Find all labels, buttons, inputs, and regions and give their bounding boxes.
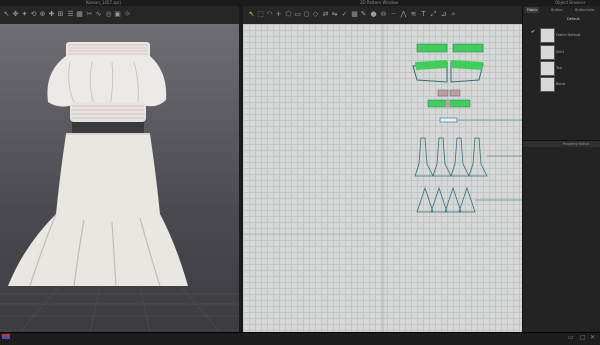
layout-icon[interactable]: ▭ <box>568 334 574 341</box>
move-icon[interactable]: ✥ <box>12 10 19 19</box>
edit-curvature-icon[interactable]: ◠ <box>266 10 273 19</box>
property-editor-header: Property Editor <box>523 140 600 147</box>
object-browser-panel: Fabric Button Buttonhole Default ✔ Fabri… <box>522 6 600 332</box>
select-icon[interactable]: ↖ <box>3 10 10 19</box>
tab-fabric[interactable]: Fabric <box>525 7 540 13</box>
tack-icon[interactable]: ⊕ <box>39 10 46 19</box>
avatar-icon[interactable]: ☰ <box>67 10 74 19</box>
viewport-2d[interactable] <box>243 24 522 332</box>
top-waistband <box>70 102 146 122</box>
toolbar-2d: ↖ ⬚ ◠ + ⬠ ▭ ○ ◇ ⇄ ⇋ ✓ ▦ ✎ ● ⊖ ┄ ⋀ ≋ T ⤢ … <box>243 6 522 25</box>
edit-texture-icon[interactable]: ▦ <box>351 10 358 19</box>
zoom-icon[interactable]: ⌕ <box>450 10 457 19</box>
fabric-label-top: Top <box>556 66 562 70</box>
check-icon: ✔ <box>531 29 536 35</box>
ruffle-top <box>47 56 167 108</box>
close-icon[interactable]: ✕ <box>590 334 595 341</box>
toolbar-3d: ↖ ✥ ✦ ⟲ ⊕ ✚ ⊞ ☰ ▦ ✂ ∿ ◎ ▣ ☼ <box>0 6 239 25</box>
fold-arrange-icon[interactable]: ⤢ <box>430 10 437 19</box>
floor-grid <box>0 285 239 332</box>
edit-pattern-icon[interactable]: ⬚ <box>257 10 264 19</box>
smocked-band <box>66 42 150 58</box>
fold-icon[interactable]: ⟲ <box>30 10 37 19</box>
view-icon[interactable]: ◎ <box>105 10 112 19</box>
display-icon[interactable]: ▣ <box>114 10 121 19</box>
sewing-icon[interactable]: ✂ <box>86 10 93 19</box>
internal-polygon-icon[interactable]: ◇ <box>312 10 319 19</box>
rectangle-icon[interactable]: ▭ <box>294 10 301 19</box>
default-button[interactable]: Default <box>567 17 580 21</box>
free-sewing-icon[interactable]: ⇋ <box>331 10 338 19</box>
grade-icon[interactable]: ⊿ <box>440 10 447 19</box>
topstitch-icon[interactable]: ┄ <box>390 10 397 19</box>
annotation-icon[interactable]: T <box>420 10 427 19</box>
midriff <box>72 122 144 134</box>
fabric-label-default: Fabric Default <box>556 33 581 37</box>
light-icon[interactable]: ☼ <box>124 10 131 19</box>
measure-icon[interactable]: ⊞ <box>57 10 64 19</box>
segment-sewing-icon[interactable]: ⇄ <box>322 10 329 19</box>
skirt-panels <box>414 137 488 177</box>
pleat-icon[interactable]: ⋀ <box>400 10 407 19</box>
flag-icon <box>2 334 10 339</box>
minimize-icon[interactable]: ▢ <box>580 334 586 341</box>
band-piece-2 <box>452 43 484 53</box>
elastic-icon[interactable]: ≋ <box>410 10 417 19</box>
fabric-thumb-top[interactable] <box>540 61 555 76</box>
small-piece-2 <box>449 89 461 97</box>
circle-icon[interactable]: ○ <box>303 10 310 19</box>
flounce-panels <box>416 186 476 213</box>
check-sewing-icon[interactable]: ✓ <box>341 10 348 19</box>
status-bar: ▭ ▢ ✕ <box>0 332 600 345</box>
line-icon[interactable]: ∿ <box>95 10 102 19</box>
fabric-label-skirt: Skirt <box>556 50 565 54</box>
texture-icon[interactable]: ▦ <box>76 10 83 19</box>
garment-3d-render <box>0 42 239 332</box>
fabric-thumb-skirt[interactable] <box>540 45 555 60</box>
strip-piece <box>439 117 458 123</box>
polygon-icon[interactable]: ⬠ <box>285 10 292 19</box>
trace-icon[interactable]: ✎ <box>360 10 367 19</box>
fabric-thumb-band[interactable] <box>540 77 555 92</box>
pattern-pieces <box>243 24 522 332</box>
buttonhole-icon[interactable]: ⊖ <box>380 10 387 19</box>
button-icon[interactable]: ● <box>370 10 377 19</box>
simulate-icon[interactable]: ✦ <box>21 10 28 19</box>
pin-icon[interactable]: ✚ <box>48 10 55 19</box>
fabric-thumb-default[interactable] <box>540 28 555 43</box>
tab-button[interactable]: Button <box>549 7 565 13</box>
property-editor-title: Property Editor <box>563 142 590 146</box>
transform-pattern-icon[interactable]: ↖ <box>248 10 255 19</box>
band-piece-1 <box>416 43 448 53</box>
small-piece-1 <box>437 89 449 97</box>
add-point-icon[interactable]: + <box>275 10 282 19</box>
viewport-3d[interactable] <box>0 24 239 332</box>
tab-buttonhole[interactable]: Buttonhole <box>573 7 596 13</box>
mermaid-skirt <box>8 134 188 286</box>
fabric-label-band: Band <box>556 82 565 86</box>
